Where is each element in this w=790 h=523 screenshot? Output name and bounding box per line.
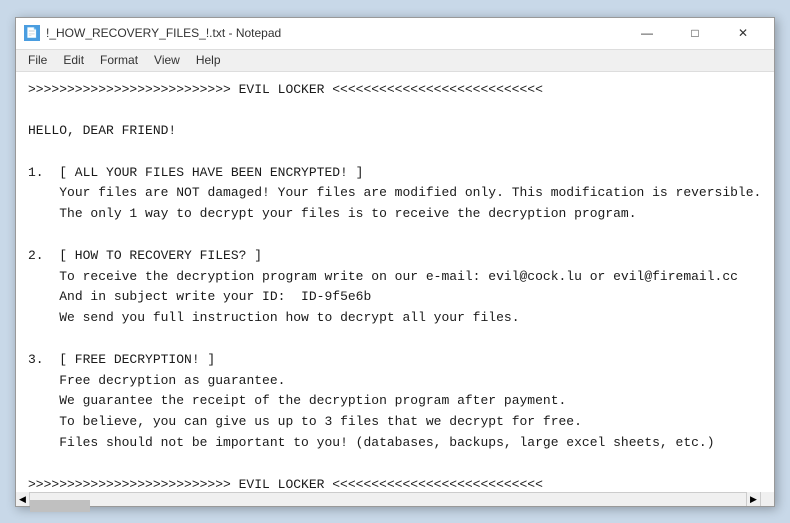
app-icon: 📄 [24, 25, 40, 41]
minimize-button[interactable]: — [624, 21, 670, 45]
scroll-corner [760, 492, 774, 506]
maximize-button[interactable]: □ [672, 21, 718, 45]
scroll-right-button[interactable]: ▶ [746, 492, 760, 506]
text-editor-area[interactable]: >>>>>>>>>>>>>>>>>>>>>>>>>> EVIL LOCKER <… [16, 72, 774, 492]
window-title: !_HOW_RECOVERY_FILES_!.txt - Notepad [46, 26, 281, 40]
menu-file[interactable]: File [20, 51, 55, 69]
window-controls: — □ ✕ [624, 21, 766, 45]
menu-bar: File Edit Format View Help [16, 50, 774, 72]
notepad-window: 📄 !_HOW_RECOVERY_FILES_!.txt - Notepad —… [15, 17, 775, 507]
close-button[interactable]: ✕ [720, 21, 766, 45]
horizontal-scrollbar[interactable]: ◀ ▶ [16, 492, 774, 506]
title-bar: 📄 !_HOW_RECOVERY_FILES_!.txt - Notepad —… [16, 18, 774, 50]
menu-view[interactable]: View [146, 51, 188, 69]
menu-edit[interactable]: Edit [55, 51, 92, 69]
menu-help[interactable]: Help [188, 51, 229, 69]
document-text: >>>>>>>>>>>>>>>>>>>>>>>>>> EVIL LOCKER <… [28, 80, 762, 492]
scroll-thumb-h[interactable] [30, 500, 90, 512]
scroll-left-button[interactable]: ◀ [16, 492, 30, 506]
title-bar-left: 📄 !_HOW_RECOVERY_FILES_!.txt - Notepad [24, 25, 281, 41]
menu-format[interactable]: Format [92, 51, 146, 69]
